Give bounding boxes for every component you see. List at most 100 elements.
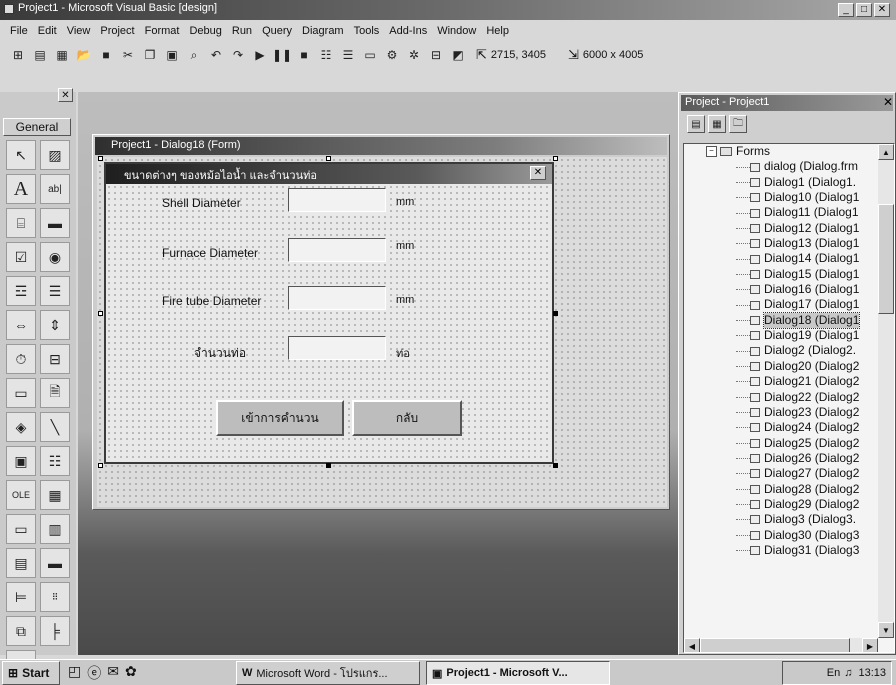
channels-icon[interactable]: ✿	[125, 663, 137, 683]
tree-item[interactable]: dialog (Dialog.frm	[684, 159, 878, 174]
menu-run[interactable]: Run	[232, 25, 252, 37]
tree-item[interactable]: Dialog2 (Dialog2.	[684, 343, 878, 358]
tree-item[interactable]: Dialog17 (Dialog1	[684, 297, 878, 312]
tree-item[interactable]: Dialog15 (Dialog1	[684, 267, 878, 282]
label-tool-icon[interactable]: A	[6, 174, 36, 204]
copy-icon[interactable]: ❐	[140, 45, 160, 65]
toolbar-tool-icon[interactable]: ⠿	[40, 582, 70, 612]
main-title-bar[interactable]: Project1 - Microsoft Visual Basic [desig…	[0, 0, 896, 20]
menu-add-ins[interactable]: Add-Ins	[389, 25, 427, 37]
language-icon[interactable]: En	[827, 667, 840, 679]
view-code-icon[interactable]: ▤	[687, 115, 705, 133]
tree-item[interactable]: Dialog20 (Dialog2	[684, 359, 878, 374]
tree-item[interactable]: Dialog21 (Dialog2	[684, 374, 878, 389]
tree-scroll-up[interactable]: ▲	[878, 144, 894, 160]
dialog-close-button[interactable]: ✕	[530, 166, 546, 180]
tree-hscroll-thumb[interactable]	[700, 638, 850, 652]
tree-item[interactable]: Dialog3 (Dialog3.	[684, 512, 878, 527]
open-project-icon[interactable]: 📂	[74, 45, 94, 65]
sizing-handle-bottom-right[interactable]	[553, 463, 558, 468]
toolbox-general-tab[interactable]: General	[3, 118, 71, 136]
line-tool-icon[interactable]: ╲	[40, 412, 70, 442]
tree-item[interactable]: Dialog23 (Dialog2	[684, 405, 878, 420]
tree-item[interactable]: Dialog14 (Dialog1	[684, 251, 878, 266]
option-button-tool-icon[interactable]: ◉	[40, 242, 70, 272]
visual-component-manager-icon[interactable]: ◩	[448, 45, 468, 65]
tree-item[interactable]: Dialog19 (Dialog1	[684, 328, 878, 343]
properties-window-icon[interactable]: ☰	[338, 45, 358, 65]
taskbar-word-button[interactable]: W Microsoft Word - โปรแกร...	[236, 661, 420, 685]
vscroll-tool-icon[interactable]: ⇕	[40, 310, 70, 340]
dialog-title-bar[interactable]: ขนาดต่างๆ ของหม้อไอน้ำ และจำนวนท่อ	[106, 164, 552, 184]
menu-debug[interactable]: Debug	[189, 25, 221, 37]
sizing-handle-bottom-left[interactable]	[98, 463, 103, 468]
drive-list-tool-icon[interactable]: ⊟	[40, 344, 70, 374]
richtext-tool-icon[interactable]: ▬	[40, 548, 70, 578]
sizing-handle-top-right[interactable]	[553, 156, 558, 161]
add-project-icon[interactable]: ⊞	[8, 45, 28, 65]
volume-icon[interactable]: ♫	[844, 667, 852, 679]
clock[interactable]: 13:13	[858, 667, 886, 679]
hscroll-tool-icon[interactable]: ⇔	[6, 310, 36, 340]
tree-item[interactable]: Dialog16 (Dialog1	[684, 282, 878, 297]
datagrid-tool-icon[interactable]: ▦	[40, 480, 70, 510]
fire-tube-diameter-input[interactable]	[288, 286, 386, 310]
find-icon[interactable]: ⌕	[184, 45, 204, 65]
form-layout-icon[interactable]: ▭	[360, 45, 380, 65]
tree-item[interactable]: Dialog31 (Dialog3	[684, 543, 878, 558]
save-icon[interactable]: ■	[96, 45, 116, 65]
toggle-folders-icon[interactable]: 🗀	[729, 115, 747, 133]
undo-icon[interactable]: ↶	[206, 45, 226, 65]
show-desktop-icon[interactable]: ◰	[68, 663, 81, 683]
menu-query[interactable]: Query	[262, 25, 292, 37]
checkbox-tool-icon[interactable]: ☑	[6, 242, 36, 272]
taskbar-vb-button[interactable]: ▣ Project1 - Microsoft V...	[426, 661, 610, 685]
paste-icon[interactable]: ▣	[162, 45, 182, 65]
back-button[interactable]: กลับ	[352, 400, 462, 436]
minimize-button[interactable]: _	[838, 3, 854, 17]
tree-item[interactable]: Dialog18 (Dialog1	[684, 311, 878, 330]
textbox-tool-icon[interactable]: ab|	[40, 174, 70, 204]
tree-scroll-right[interactable]: ▶	[862, 638, 878, 652]
sizing-handle-middle-left[interactable]	[98, 311, 103, 316]
start-button[interactable]: ⊞ Start	[2, 661, 60, 685]
shell-diameter-input[interactable]	[288, 188, 386, 212]
break-icon[interactable]: ❚❚	[272, 45, 292, 65]
end-icon[interactable]: ■	[294, 45, 314, 65]
frame-tool-icon[interactable]: ⌸	[6, 208, 36, 238]
tree-item[interactable]: Dialog13 (Dialog1	[684, 236, 878, 251]
tree-scroll-left[interactable]: ◀	[684, 638, 700, 652]
flexgrid-tool-icon[interactable]: ▤	[6, 548, 36, 578]
redo-icon[interactable]: ↷	[228, 45, 248, 65]
listbox-tool-icon[interactable]: ☰	[40, 276, 70, 306]
tree-item[interactable]: Dialog10 (Dialog1	[684, 190, 878, 205]
picture-tool-icon[interactable]: ▨	[40, 140, 70, 170]
tree-item[interactable]: Dialog27 (Dialog2	[684, 466, 878, 481]
menu-editor-icon[interactable]: ▦	[52, 45, 72, 65]
sizing-handle-bottom-center[interactable]	[326, 463, 331, 468]
tree-item[interactable]: Dialog28 (Dialog2	[684, 482, 878, 497]
dialog-form[interactable]: ขนาดต่างๆ ของหม้อไอน้ำ และจำนวนท่อ ✕ She…	[104, 162, 554, 464]
menu-format[interactable]: Format	[145, 25, 180, 37]
form-window-title-bar[interactable]: Project1 - Dialog18 (Form)	[95, 137, 667, 155]
calculate-button[interactable]: เข้าการคำนวน	[216, 400, 344, 436]
tree-item[interactable]: Dialog1 (Dialog1.	[684, 175, 878, 190]
tube-count-input[interactable]	[288, 336, 386, 360]
timer-tool-icon[interactable]: ⏱	[6, 344, 36, 374]
dbcombo-tool-icon[interactable]: ▭	[6, 514, 36, 544]
project-explorer-close-icon[interactable]: ✕	[883, 95, 893, 109]
menu-help[interactable]: Help	[486, 25, 509, 37]
image-tool-icon[interactable]: ▣	[6, 446, 36, 476]
sizing-handle-top-center[interactable]	[326, 156, 331, 161]
tabstrip-tool-icon[interactable]: ⧉	[6, 616, 36, 646]
shape-tool-icon[interactable]: ◈	[6, 412, 36, 442]
tree-item[interactable]: Dialog24 (Dialog2	[684, 420, 878, 435]
add-form-icon[interactable]: ▤	[30, 45, 50, 65]
sizing-handle-middle-right[interactable]	[553, 311, 558, 316]
tree-item[interactable]: Dialog11 (Dialog1	[684, 205, 878, 220]
menu-view[interactable]: View	[67, 25, 91, 37]
collapse-icon[interactable]: −	[706, 146, 717, 158]
menu-file[interactable]: File	[10, 25, 28, 37]
menu-diagram[interactable]: Diagram	[302, 25, 344, 37]
toolbox-close-button[interactable]: ✕	[58, 88, 73, 102]
